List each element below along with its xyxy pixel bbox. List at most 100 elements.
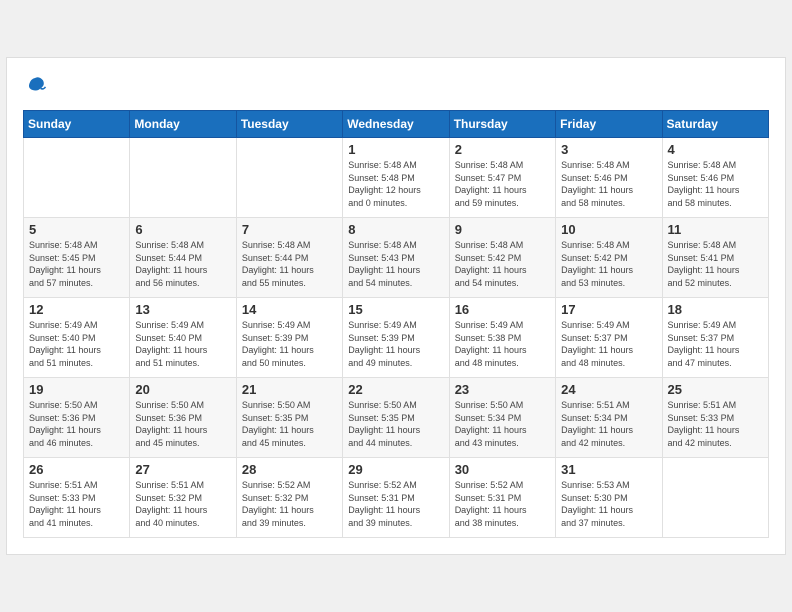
calendar-cell: 24Sunrise: 5:51 AM Sunset: 5:34 PM Dayli…: [556, 378, 662, 458]
day-number: 27: [135, 462, 230, 477]
calendar-cell: 8 Sunrise: 5:48 AM Sunset: 5:43 PM Daylig…: [343, 218, 449, 298]
calendar-cell: 29Sunrise: 5:52 AM Sunset: 5:31 PM Dayli…: [343, 458, 449, 538]
day-number: 12: [29, 302, 124, 317]
calendar-cell: 13 Sunrise: 5:49 AM Sunset: 5:40 PM Dayli…: [130, 298, 236, 378]
calendar-cell: 28 Sunrise: 5:52 AM Sunset: 5:32 PM Dayli…: [236, 458, 342, 538]
day-number: 25: [668, 382, 763, 397]
day-number: 7: [242, 222, 337, 237]
calendar-cell: [24, 138, 130, 218]
calendar-cell: [130, 138, 236, 218]
day-number: 5: [29, 222, 124, 237]
weekday-header-row: SundayMondayTuesdayWednesdayThursdayFrid…: [24, 111, 769, 138]
day-info: Sunrise: 5:49 AM Sunset: 5:40 PM Dayligh…: [135, 319, 230, 369]
day-info: Sunrise: 5:48 AM Sunset: 5:45 PM Dayligh…: [29, 239, 124, 289]
calendar-cell: 19 Sunrise: 5:50 AM Sunset: 5:36 PM Dayli…: [24, 378, 130, 458]
day-info: Sunrise: 5:51 AM Sunset: 5:33 PM Dayligh…: [668, 399, 763, 449]
calendar-cell: 17Sunrise: 5:49 AM Sunset: 5:37 PM Dayli…: [556, 298, 662, 378]
day-info: Sunrise: 5:48 AM Sunset: 5:43 PM Dayligh…: [348, 239, 443, 289]
day-info: Sunrise: 5:48 AM Sunset: 5:42 PM Dayligh…: [561, 239, 656, 289]
calendar-cell: 26 Sunrise: 5:51 AM Sunset: 5:33 PM Dayli…: [24, 458, 130, 538]
day-number: 8: [348, 222, 443, 237]
day-number: 22: [348, 382, 443, 397]
calendar-cell: 1 Sunrise: 5:48 AM Sunset: 5:48 PM Daylig…: [343, 138, 449, 218]
day-number: 28: [242, 462, 337, 477]
day-number: 18: [668, 302, 763, 317]
logo-icon: [23, 74, 47, 98]
day-number: 13: [135, 302, 230, 317]
calendar-cell: 7Sunrise: 5:48 AM Sunset: 5:44 PM Daylig…: [236, 218, 342, 298]
day-number: 4: [668, 142, 763, 157]
calendar-cell: 5 Sunrise: 5:48 AM Sunset: 5:45 PM Daylig…: [24, 218, 130, 298]
day-number: 19: [29, 382, 124, 397]
day-number: 1: [348, 142, 443, 157]
day-info: Sunrise: 5:49 AM Sunset: 5:39 PM Dayligh…: [348, 319, 443, 369]
calendar-cell: 4 Sunrise: 5:48 AM Sunset: 5:46 PM Daylig…: [662, 138, 768, 218]
day-number: 2: [455, 142, 550, 157]
calendar-cell: 11 Sunrise: 5:48 AM Sunset: 5:41 PM Dayli…: [662, 218, 768, 298]
day-info: Sunrise: 5:48 AM Sunset: 5:44 PM Dayligh…: [135, 239, 230, 289]
calendar-cell: 9 Sunrise: 5:48 AM Sunset: 5:42 PM Daylig…: [449, 218, 555, 298]
day-info: Sunrise: 5:48 AM Sunset: 5:41 PM Dayligh…: [668, 239, 763, 289]
day-number: 14: [242, 302, 337, 317]
day-info: Sunrise: 5:48 AM Sunset: 5:48 PM Dayligh…: [348, 159, 443, 209]
calendar-cell: 22 Sunrise: 5:50 AM Sunset: 5:35 PM Dayli…: [343, 378, 449, 458]
day-number: 26: [29, 462, 124, 477]
weekday-header-wednesday: Wednesday: [343, 111, 449, 138]
calendar-cell: 18 Sunrise: 5:49 AM Sunset: 5:37 PM Dayli…: [662, 298, 768, 378]
day-info: Sunrise: 5:50 AM Sunset: 5:36 PM Dayligh…: [135, 399, 230, 449]
calendar-week-row: 12 Sunrise: 5:49 AM Sunset: 5:40 PM Dayli…: [24, 298, 769, 378]
calendar-cell: 16 Sunrise: 5:49 AM Sunset: 5:38 PM Dayli…: [449, 298, 555, 378]
calendar-cell: 27 Sunrise: 5:51 AM Sunset: 5:32 PM Dayli…: [130, 458, 236, 538]
calendar-cell: [236, 138, 342, 218]
day-number: 11: [668, 222, 763, 237]
day-info: Sunrise: 5:52 AM Sunset: 5:32 PM Dayligh…: [242, 479, 337, 529]
weekday-header-monday: Monday: [130, 111, 236, 138]
weekday-header-sunday: Sunday: [24, 111, 130, 138]
day-info: Sunrise: 5:48 AM Sunset: 5:46 PM Dayligh…: [668, 159, 763, 209]
day-number: 23: [455, 382, 550, 397]
day-number: 31: [561, 462, 656, 477]
calendar-week-row: 26 Sunrise: 5:51 AM Sunset: 5:33 PM Dayli…: [24, 458, 769, 538]
day-number: 21: [242, 382, 337, 397]
day-info: Sunrise: 5:52 AM Sunset: 5:31 PM Dayligh…: [348, 479, 443, 529]
calendar-cell: 25 Sunrise: 5:51 AM Sunset: 5:33 PM Dayli…: [662, 378, 768, 458]
header: [23, 74, 769, 98]
day-info: Sunrise: 5:50 AM Sunset: 5:35 PM Dayligh…: [348, 399, 443, 449]
day-number: 9: [455, 222, 550, 237]
calendar-cell: 14Sunrise: 5:49 AM Sunset: 5:39 PM Dayli…: [236, 298, 342, 378]
calendar-table: SundayMondayTuesdayWednesdayThursdayFrid…: [23, 110, 769, 538]
calendar-week-row: 5 Sunrise: 5:48 AM Sunset: 5:45 PM Daylig…: [24, 218, 769, 298]
day-info: Sunrise: 5:50 AM Sunset: 5:35 PM Dayligh…: [242, 399, 337, 449]
day-info: Sunrise: 5:50 AM Sunset: 5:36 PM Dayligh…: [29, 399, 124, 449]
calendar-cell: 15 Sunrise: 5:49 AM Sunset: 5:39 PM Dayli…: [343, 298, 449, 378]
day-number: 15: [348, 302, 443, 317]
weekday-header-tuesday: Tuesday: [236, 111, 342, 138]
logo: [23, 74, 51, 98]
day-info: Sunrise: 5:49 AM Sunset: 5:37 PM Dayligh…: [668, 319, 763, 369]
calendar-container: SundayMondayTuesdayWednesdayThursdayFrid…: [6, 57, 786, 555]
day-number: 10: [561, 222, 656, 237]
day-info: Sunrise: 5:49 AM Sunset: 5:38 PM Dayligh…: [455, 319, 550, 369]
day-info: Sunrise: 5:51 AM Sunset: 5:32 PM Dayligh…: [135, 479, 230, 529]
calendar-cell: 10 Sunrise: 5:48 AM Sunset: 5:42 PM Dayli…: [556, 218, 662, 298]
day-info: Sunrise: 5:49 AM Sunset: 5:40 PM Dayligh…: [29, 319, 124, 369]
calendar-cell: 12 Sunrise: 5:49 AM Sunset: 5:40 PM Dayli…: [24, 298, 130, 378]
weekday-header-friday: Friday: [556, 111, 662, 138]
weekday-header-saturday: Saturday: [662, 111, 768, 138]
day-number: 3: [561, 142, 656, 157]
calendar-cell: 6 Sunrise: 5:48 AM Sunset: 5:44 PM Daylig…: [130, 218, 236, 298]
calendar-cell: 3Sunrise: 5:48 AM Sunset: 5:46 PM Daylig…: [556, 138, 662, 218]
day-info: Sunrise: 5:48 AM Sunset: 5:42 PM Dayligh…: [455, 239, 550, 289]
calendar-cell: 30Sunrise: 5:52 AM Sunset: 5:31 PM Dayli…: [449, 458, 555, 538]
day-number: 6: [135, 222, 230, 237]
day-number: 16: [455, 302, 550, 317]
calendar-week-row: 19 Sunrise: 5:50 AM Sunset: 5:36 PM Dayli…: [24, 378, 769, 458]
calendar-cell: 21 Sunrise: 5:50 AM Sunset: 5:35 PM Dayli…: [236, 378, 342, 458]
calendar-cell: 23Sunrise: 5:50 AM Sunset: 5:34 PM Dayli…: [449, 378, 555, 458]
day-info: Sunrise: 5:49 AM Sunset: 5:37 PM Dayligh…: [561, 319, 656, 369]
calendar-cell: 20Sunrise: 5:50 AM Sunset: 5:36 PM Dayli…: [130, 378, 236, 458]
day-info: Sunrise: 5:51 AM Sunset: 5:33 PM Dayligh…: [29, 479, 124, 529]
day-info: Sunrise: 5:51 AM Sunset: 5:34 PM Dayligh…: [561, 399, 656, 449]
calendar-week-row: 1 Sunrise: 5:48 AM Sunset: 5:48 PM Daylig…: [24, 138, 769, 218]
calendar-cell: 31Sunrise: 5:53 AM Sunset: 5:30 PM Dayli…: [556, 458, 662, 538]
